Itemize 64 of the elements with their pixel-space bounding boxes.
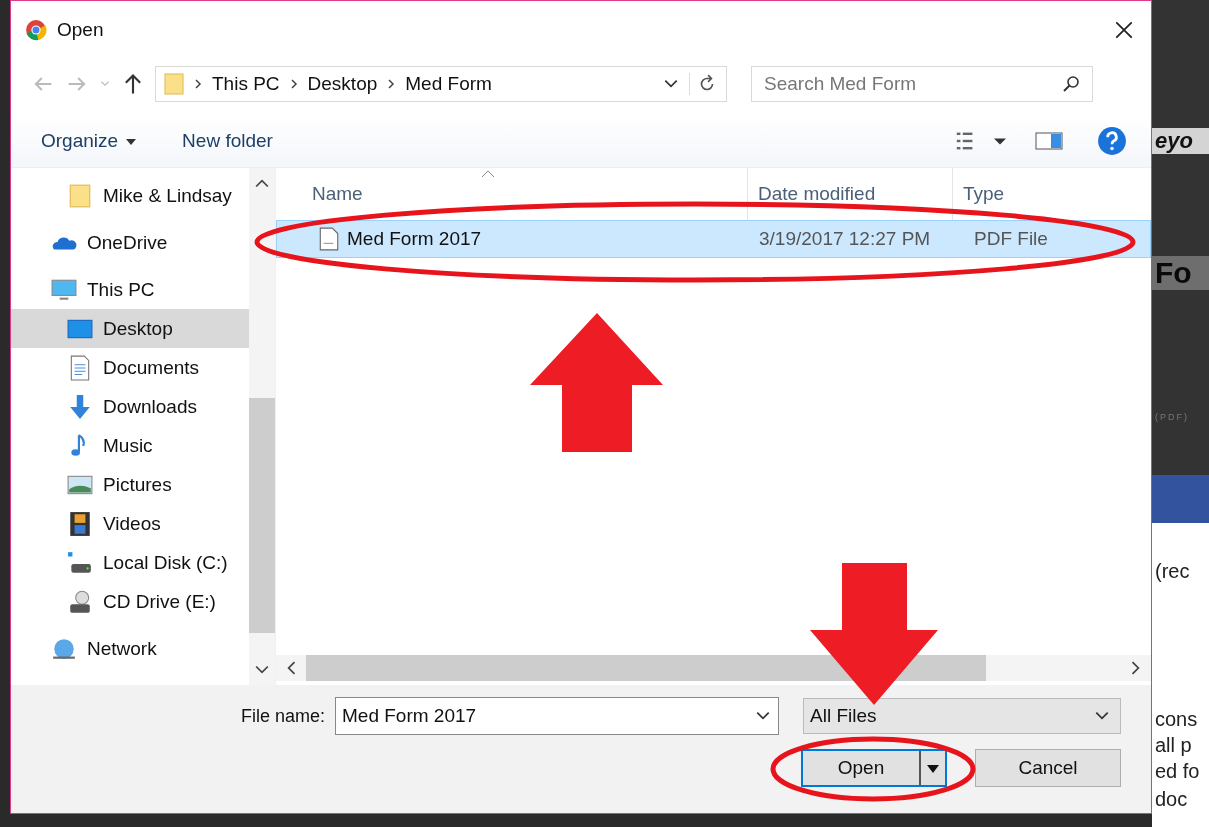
browser-logo-icon — [25, 19, 47, 41]
background-page-text: Fo — [1152, 256, 1209, 290]
background-page-text: (PDF) — [1155, 412, 1189, 422]
sidebar-item[interactable]: Music — [11, 426, 249, 465]
background-page-text: ed fo — [1155, 760, 1200, 783]
film-strip-icon — [67, 510, 93, 537]
close-icon[interactable] — [1113, 19, 1135, 41]
background-page-text: eyo — [1152, 128, 1209, 154]
background-page-text: doc — [1155, 788, 1188, 811]
scrollbar-thumb[interactable] — [249, 398, 275, 633]
sidebar-item[interactable]: This PC — [11, 270, 249, 309]
background-page-text: all p — [1155, 734, 1192, 757]
file-row[interactable]: Med Form 2017 3/19/2017 12:27 PM PDF File — [276, 220, 1151, 258]
breadcrumb[interactable]: Med Form — [405, 73, 492, 95]
cd-drive-icon — [67, 588, 93, 615]
sidebar-item[interactable]: Mike & Lindsay — [11, 176, 249, 215]
page-banner — [1152, 475, 1209, 523]
organize-button[interactable]: Organize — [31, 124, 147, 158]
breadcrumb[interactable]: Desktop — [307, 73, 378, 95]
file-type-dropdown[interactable]: All Files — [803, 698, 1121, 734]
folder-icon — [164, 71, 184, 97]
chevron-down-icon — [1094, 710, 1110, 722]
chevron-right-icon — [387, 78, 396, 90]
hard-drive-icon — [67, 549, 93, 576]
search-icon — [1061, 74, 1081, 94]
sidebar-item[interactable]: Videos — [11, 504, 249, 543]
scroll-right-icon[interactable] — [1131, 661, 1141, 675]
sidebar-item[interactable]: CD Drive (E:) — [11, 582, 249, 621]
sort-caret-icon — [481, 170, 495, 178]
sidebar-item[interactable]: Desktop — [11, 309, 249, 348]
cancel-button[interactable]: Cancel — [975, 749, 1121, 787]
help-icon[interactable] — [1097, 126, 1127, 156]
caret-down-icon — [126, 139, 137, 145]
column-header[interactable]: Type — [953, 168, 1151, 220]
folder-icon — [67, 182, 93, 209]
sidebar-item[interactable]: Local Disk (C:) — [11, 543, 249, 582]
chevron-down-icon[interactable] — [663, 78, 679, 90]
scroll-up-icon[interactable] — [255, 178, 269, 188]
chevron-right-icon — [289, 78, 298, 90]
address-bar[interactable]: This PC Desktop Med Form — [155, 66, 727, 102]
background-page-text: cons — [1155, 708, 1198, 731]
breadcrumb[interactable]: This PC — [212, 73, 280, 95]
preview-pane-icon[interactable] — [1035, 130, 1063, 152]
table-cell-text: PDF File — [973, 228, 1049, 250]
background-page-text: (rec — [1155, 560, 1190, 583]
sidebar-item[interactable]: OneDrive — [11, 223, 249, 262]
scroll-down-icon[interactable] — [255, 665, 269, 675]
sidebar-item[interactable]: Downloads — [11, 387, 249, 426]
file-name: Med Form 2017 — [347, 228, 482, 250]
search-field[interactable]: Search Med Form — [751, 66, 1093, 102]
sidebar-item[interactable]: Documents — [11, 348, 249, 387]
scroll-left-icon[interactable] — [286, 661, 296, 675]
new-folder-button[interactable]: New folder — [172, 124, 283, 158]
scrollbar-thumb[interactable] — [306, 655, 986, 681]
sidebar-item[interactable]: Pictures — [11, 465, 249, 504]
table-cell-text: 3/19/2017 12:27 PM — [758, 228, 932, 250]
file-name-label: File name: — [240, 705, 325, 727]
sidebar-item[interactable]: Network — [11, 629, 249, 668]
pdf-file-icon — [319, 227, 339, 251]
caret-down-icon — [927, 764, 939, 773]
chevron-down-icon[interactable] — [755, 710, 771, 722]
file-name-field[interactable]: Med Form 2017 — [335, 697, 779, 735]
window-title: Open — [57, 19, 104, 41]
chevron-right-icon — [194, 78, 202, 90]
